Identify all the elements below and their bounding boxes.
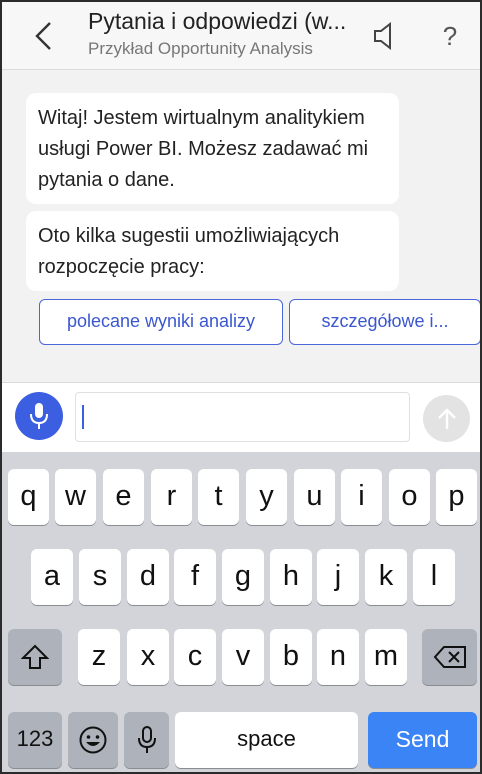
key-p[interactable]: p: [436, 469, 477, 525]
speaker-button[interactable]: [368, 18, 398, 54]
key-t[interactable]: t: [198, 469, 239, 525]
key-c[interactable]: c: [174, 629, 216, 685]
help-button[interactable]: ?: [434, 18, 466, 54]
arrow-up-icon: [437, 407, 456, 429]
key-b[interactable]: b: [270, 629, 312, 685]
key-o[interactable]: o: [389, 469, 430, 525]
dictation-key[interactable]: [124, 712, 169, 768]
key-l[interactable]: l: [413, 549, 455, 605]
key-u[interactable]: u: [294, 469, 335, 525]
microphone-icon: [30, 403, 48, 429]
key-y[interactable]: y: [246, 469, 287, 525]
key-z[interactable]: z: [78, 629, 120, 685]
key-w[interactable]: w: [55, 469, 96, 525]
key-j[interactable]: j: [317, 549, 359, 605]
send-key[interactable]: Send: [368, 712, 477, 768]
key-x[interactable]: x: [127, 629, 169, 685]
onscreen-keyboard: q w e r t y u i o p a s d f g h j k l z …: [2, 452, 480, 772]
key-d[interactable]: d: [127, 549, 169, 605]
suggestion-chip[interactable]: polecane wyniki analizy: [39, 299, 283, 345]
chevron-left-icon: [35, 22, 51, 50]
emoji-key[interactable]: [68, 712, 118, 768]
space-key[interactable]: space: [175, 712, 358, 768]
key-i[interactable]: i: [341, 469, 382, 525]
key-a[interactable]: a: [31, 549, 73, 605]
submit-button[interactable]: [423, 395, 470, 442]
backspace-key[interactable]: [422, 629, 477, 685]
bot-message: Oto kilka sugestii umożliwiających rozpo…: [26, 211, 399, 291]
key-v[interactable]: v: [222, 629, 264, 685]
key-g[interactable]: g: [222, 549, 264, 605]
backspace-icon: [433, 646, 466, 669]
back-button[interactable]: [28, 16, 58, 56]
key-s[interactable]: s: [79, 549, 121, 605]
suggestion-chip[interactable]: szczegółowe i...: [289, 299, 480, 345]
question-input[interactable]: [75, 392, 410, 442]
input-bar: [2, 382, 480, 452]
shift-key[interactable]: [8, 629, 62, 685]
bot-message: Witaj! Jestem wirtualnym analitykiem usł…: [26, 93, 399, 204]
key-q[interactable]: q: [8, 469, 49, 525]
emoji-icon: [79, 726, 107, 754]
key-k[interactable]: k: [365, 549, 407, 605]
key-e[interactable]: e: [103, 469, 144, 525]
key-f[interactable]: f: [174, 549, 216, 605]
key-r[interactable]: r: [151, 469, 192, 525]
speaker-icon: [374, 22, 391, 50]
app-frame: Pytania i odpowiedzi (w... Przykład Oppo…: [0, 0, 482, 774]
key-n[interactable]: n: [317, 629, 359, 685]
key-h[interactable]: h: [270, 549, 312, 605]
header: Pytania i odpowiedzi (w... Przykład Oppo…: [2, 2, 480, 70]
key-m[interactable]: m: [365, 629, 407, 685]
chat-area: Witaj! Jestem wirtualnym analitykiem usł…: [2, 71, 480, 382]
page-title: Pytania i odpowiedzi (w...: [88, 8, 347, 34]
page-subtitle: Przykład Opportunity Analysis: [88, 39, 313, 58]
text-caret: [82, 405, 84, 429]
numbers-key[interactable]: 123: [8, 712, 62, 768]
voice-input-button[interactable]: [15, 392, 63, 440]
shift-icon: [20, 644, 50, 670]
microphone-icon: [137, 726, 156, 754]
